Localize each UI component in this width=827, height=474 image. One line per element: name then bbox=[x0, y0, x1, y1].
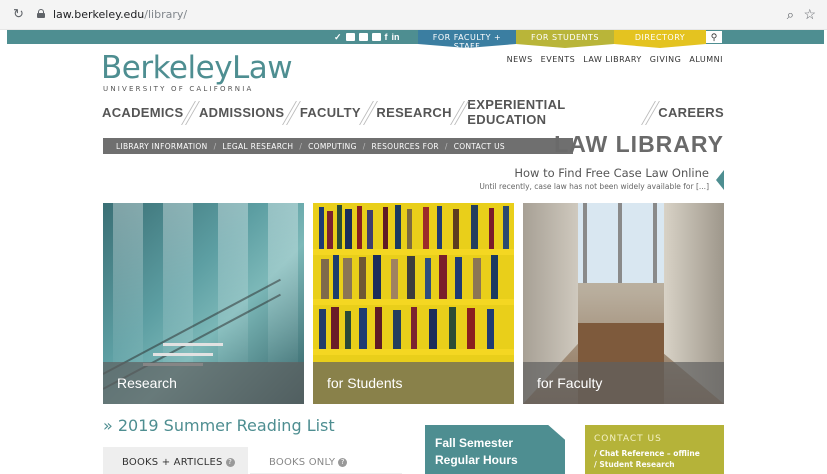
library-nav-contact-us[interactable]: CONTACT US bbox=[454, 142, 505, 151]
address-bar[interactable]: law.berkeley.edu/library/ bbox=[53, 8, 187, 21]
lock-icon[interactable] bbox=[37, 9, 45, 18]
tab-faculty-staff[interactable]: FOR FACULTY + STAFF bbox=[418, 30, 516, 48]
twitter-icon[interactable]: ✓ bbox=[334, 30, 342, 44]
nav-link-alumni[interactable]: ALUMNI bbox=[689, 55, 723, 64]
main-nav-faculty[interactable]: FACULTY bbox=[300, 105, 361, 120]
nav-link-law-library[interactable]: LAW LIBRARY bbox=[583, 55, 642, 64]
social-links: ✓ f in bbox=[334, 30, 400, 44]
facebook-icon[interactable]: f bbox=[385, 30, 388, 44]
main-nav-admissions[interactable]: ADMISSIONS bbox=[199, 105, 284, 120]
nav-link-events[interactable]: EVENTS bbox=[541, 55, 576, 64]
nav-divider bbox=[361, 101, 377, 123]
library-nav-legal-research[interactable]: LEGAL RESEARCH bbox=[222, 142, 293, 151]
main-nav-academics[interactable]: ACADEMICS bbox=[102, 105, 183, 120]
library-nav-computing[interactable]: COMPUTING bbox=[308, 142, 357, 151]
nav-divider bbox=[284, 101, 300, 123]
url-domain: law.berkeley.edu bbox=[53, 8, 145, 21]
nav-link-giving[interactable]: GIVING bbox=[650, 55, 682, 64]
tile-students[interactable]: for Students bbox=[313, 203, 514, 404]
tile-faculty-label: for Faculty bbox=[523, 362, 724, 404]
tab-books-articles-label: BOOKS + ARTICLES bbox=[122, 457, 223, 468]
linkedin-icon[interactable]: in bbox=[392, 30, 400, 44]
contact-heading: CONTACT US bbox=[594, 434, 662, 444]
logo-wordmark[interactable]: BerkeleyLaw bbox=[101, 50, 293, 86]
page-title: LAW LIBRARY bbox=[554, 131, 724, 157]
search-icon[interactable]: ⚲ bbox=[706, 31, 722, 43]
instagram-icon[interactable] bbox=[358, 33, 368, 41]
tile-research[interactable]: Research bbox=[103, 203, 304, 404]
tile-faculty[interactable]: for Faculty bbox=[523, 203, 724, 404]
bookmark-star-icon[interactable]: ☆ bbox=[803, 6, 816, 23]
nav-link-news[interactable]: NEWS bbox=[507, 55, 533, 64]
tab-books-only[interactable]: BOOKS ONLY? bbox=[250, 447, 402, 474]
tab-books-only-label: BOOKS ONLY bbox=[269, 457, 336, 468]
library-nav-information[interactable]: LIBRARY INFORMATION bbox=[116, 142, 208, 151]
tab-books-articles[interactable]: BOOKS + ARTICLES? bbox=[103, 447, 248, 474]
logo-subtitle: UNIVERSITY OF CALIFORNIA bbox=[103, 85, 254, 93]
help-icon[interactable]: ? bbox=[225, 457, 235, 467]
secondary-nav: NEWS EVENTS LAW LIBRARY GIVING ALUMNI bbox=[507, 55, 723, 64]
summer-reading-link[interactable]: » 2019 Summer Reading List bbox=[103, 416, 335, 435]
help-icon[interactable]: ? bbox=[338, 457, 348, 467]
hours-card-line2: Regular Hours bbox=[435, 453, 518, 467]
feature-headline[interactable]: How to Find Free Case Law Online bbox=[514, 166, 709, 180]
hours-card-line1: Fall Semester bbox=[435, 436, 514, 450]
library-nav-separator: / bbox=[362, 141, 366, 151]
main-nav-experiential-education[interactable]: EXPERIENTIAL EDUCATION bbox=[467, 97, 643, 127]
youtube-icon[interactable] bbox=[345, 33, 355, 41]
reload-icon[interactable]: ↻ bbox=[13, 6, 24, 22]
feature-excerpt: Until recently, case law has not been wi… bbox=[479, 182, 709, 191]
library-nav-separator: / bbox=[213, 141, 217, 151]
tab-directory[interactable]: DIRECTORY bbox=[614, 30, 706, 48]
nav-divider bbox=[452, 101, 468, 123]
library-nav: LIBRARY INFORMATION / LEGAL RESEARCH / C… bbox=[103, 138, 573, 154]
nav-divider bbox=[183, 101, 199, 123]
library-nav-separator: / bbox=[444, 141, 448, 151]
main-nav-careers[interactable]: CAREERS bbox=[658, 105, 724, 120]
tile-research-label: Research bbox=[103, 362, 304, 404]
zoom-icon[interactable]: ⌕ bbox=[787, 7, 794, 23]
hours-card[interactable]: Fall Semester Regular Hours bbox=[425, 425, 565, 474]
nav-divider bbox=[643, 101, 659, 123]
contact-card: CONTACT US / Chat Reference – offline / … bbox=[585, 425, 724, 474]
contact-chat-reference[interactable]: / Chat Reference – offline bbox=[594, 449, 724, 458]
library-nav-resources-for[interactable]: RESOURCES FOR bbox=[372, 142, 439, 151]
main-nav: ACADEMICS ADMISSIONS FACULTY RESEARCH EX… bbox=[102, 97, 724, 127]
tab-students[interactable]: FOR STUDENTS bbox=[516, 30, 614, 48]
browser-toolbar: ↻ law.berkeley.edu/library/ ⌕ ☆ bbox=[0, 0, 827, 30]
tile-students-label: for Students bbox=[313, 362, 514, 404]
contact-student-research[interactable]: / Student Research bbox=[594, 460, 724, 469]
carousel-prev-arrow-icon[interactable] bbox=[716, 170, 724, 190]
url-path: /library/ bbox=[144, 8, 188, 21]
main-nav-research[interactable]: RESEARCH bbox=[376, 105, 451, 120]
library-nav-separator: / bbox=[299, 141, 303, 151]
flickr-icon[interactable] bbox=[371, 33, 381, 41]
